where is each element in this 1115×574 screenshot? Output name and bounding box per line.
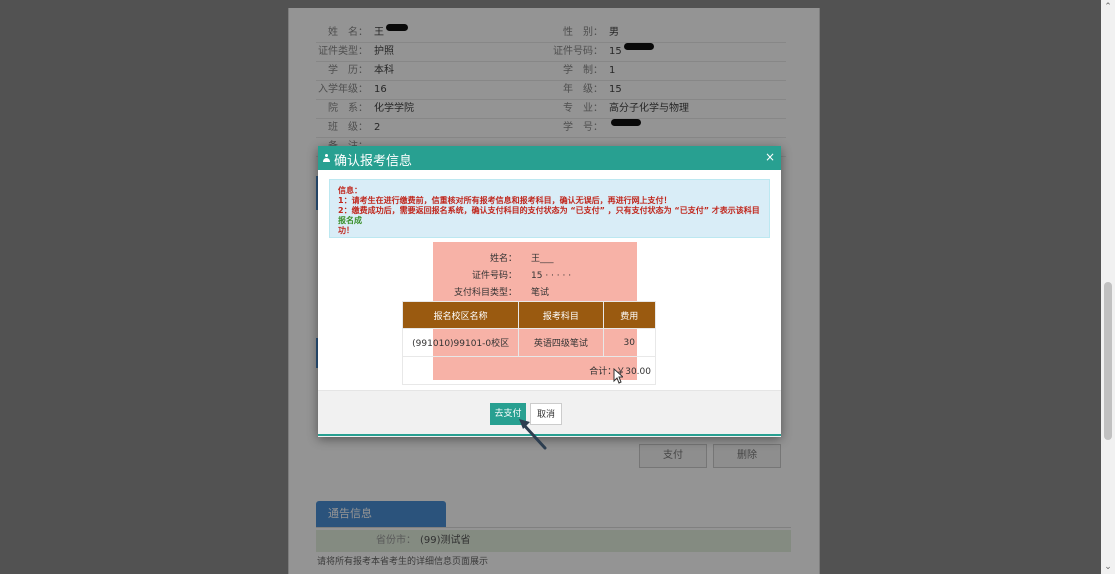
- scroll-down-icon[interactable]: ⌄: [1101, 560, 1115, 574]
- type-value: 笔试: [531, 288, 550, 298]
- info-label: 证件号码：: [553, 46, 603, 57]
- info-row: 入学年级： 16 年 级： 15: [316, 81, 786, 100]
- info-row: 院 系： 化学学院 专 业： 高分子化学与物理: [316, 100, 786, 119]
- redaction-mark: [386, 24, 408, 31]
- modal-title: 确认报考信息: [334, 154, 413, 169]
- divider: [316, 527, 791, 528]
- info-value: 男: [609, 27, 619, 38]
- field-value: (99)测试省: [420, 535, 471, 546]
- id-value: 15 · · · · ·: [531, 271, 572, 281]
- province-field: 省份市： (99)测试省: [316, 530, 791, 552]
- info-value: 王: [374, 27, 384, 38]
- user-icon: [323, 154, 330, 162]
- confirm-registration-modal: 确认报考信息 × 信息： 1：请考生在进行缴费前，信重核对所有报考信息和报考科目…: [318, 146, 781, 437]
- info-value: 2: [374, 122, 381, 133]
- info-value: 护照: [374, 46, 394, 57]
- arrow-annotation-icon: [519, 419, 547, 450]
- alert-line-green: 报名成: [338, 216, 362, 225]
- info-value: 高分子化学与物理: [609, 103, 689, 114]
- info-label: 院 系：: [328, 103, 368, 114]
- name-value: 王___: [531, 254, 554, 264]
- table-cell: 30: [602, 328, 657, 357]
- redaction-mark: [611, 119, 641, 126]
- info-value: 15: [609, 84, 622, 95]
- notice-text: 请将所有报考本省考生的详细信息页面展示: [317, 557, 489, 567]
- close-icon[interactable]: ×: [765, 150, 775, 164]
- info-label: 姓 名：: [328, 27, 368, 38]
- type-row: 支付科目类型： 笔试: [433, 284, 637, 302]
- alert-line: 功！: [338, 226, 354, 235]
- info-value: 化学学院: [374, 103, 414, 114]
- info-value: 1: [609, 65, 616, 76]
- bg-delete-button[interactable]: 删除: [713, 444, 781, 468]
- column-header: 报名校区名称: [401, 301, 520, 329]
- info-row: 班 级： 2 学 号：: [316, 119, 786, 138]
- redaction-mark: [623, 43, 654, 50]
- info-row: 学 历： 本科 学 制： 1: [316, 62, 786, 81]
- scroll-up-icon[interactable]: ⌃: [1101, 0, 1115, 14]
- info-label: 学 历：: [328, 65, 368, 76]
- table-cell: (991010)99101-0校区: [401, 328, 520, 357]
- info-label: 学 号：: [563, 122, 603, 133]
- student-info-grid: 姓 名： 王 性 别： 男 证件类型： 护照 证件号码： 15 学 历： 本科 学 制： 1…: [316, 24, 786, 157]
- info-row: 姓 名： 王 性 别： 男: [316, 24, 786, 43]
- info-value: 15: [609, 46, 622, 57]
- name-label: 姓名：: [489, 254, 517, 264]
- modal-header: 确认报考信息 ×: [318, 146, 781, 170]
- alert-heading: 信息：: [338, 186, 362, 195]
- info-value: 本科: [374, 65, 394, 76]
- info-label: 专 业：: [563, 103, 603, 114]
- info-label: 证件类型：: [318, 46, 368, 57]
- page-scrollbar[interactable]: ⌃ ⌄: [1101, 0, 1115, 574]
- scrollbar-thumb[interactable]: [1104, 282, 1112, 440]
- info-label: 学 制：: [563, 65, 603, 76]
- info-label: 性 别：: [563, 27, 603, 38]
- table-cell: 英语四级笔试: [518, 328, 604, 357]
- id-row: 证件号码： 15 · · · · ·: [433, 267, 637, 285]
- payment-notice-alert: 信息： 1：请考生在进行缴费前，信重核对所有报考信息和报考科目，确认无误后，再进…: [329, 179, 770, 238]
- info-row: 证件类型： 护照 证件号码： 15: [316, 43, 786, 62]
- notice-panel-title: 通告信息: [316, 501, 446, 527]
- info-label: 年 级：: [563, 84, 603, 95]
- type-label: 支付科目类型：: [453, 288, 517, 298]
- column-header: 费用: [602, 301, 657, 329]
- info-value: 16: [374, 84, 387, 95]
- alert-line-red: 2：缴费成功后，需要返回报名系统，确认支付科目的支付状态为 “已支付” ，只有支…: [338, 206, 760, 215]
- alert-line: 2：缴费成功后，需要返回报名系统，确认支付科目的支付状态为 “已支付” ，只有支…: [338, 206, 761, 226]
- info-label: 班 级：: [328, 122, 368, 133]
- field-label: 省份市：: [376, 535, 416, 546]
- mouse-cursor-icon: [613, 368, 623, 384]
- info-label: 入学年级：: [318, 84, 368, 95]
- bg-pay-button[interactable]: 支付: [639, 444, 707, 468]
- column-header: 报考科目: [518, 301, 604, 329]
- table-row: (991010)99101-0校区 英语四级笔试 30: [401, 328, 657, 357]
- table-header-row: 报名校区名称 报考科目 费用: [401, 301, 657, 329]
- id-label: 证件号码：: [471, 271, 517, 281]
- alert-line: 1：请考生在进行缴费前，信重核对所有报考信息和报考科目，确认无误后，再进行网上支…: [338, 196, 672, 205]
- name-row: 姓名： 王___: [433, 250, 637, 268]
